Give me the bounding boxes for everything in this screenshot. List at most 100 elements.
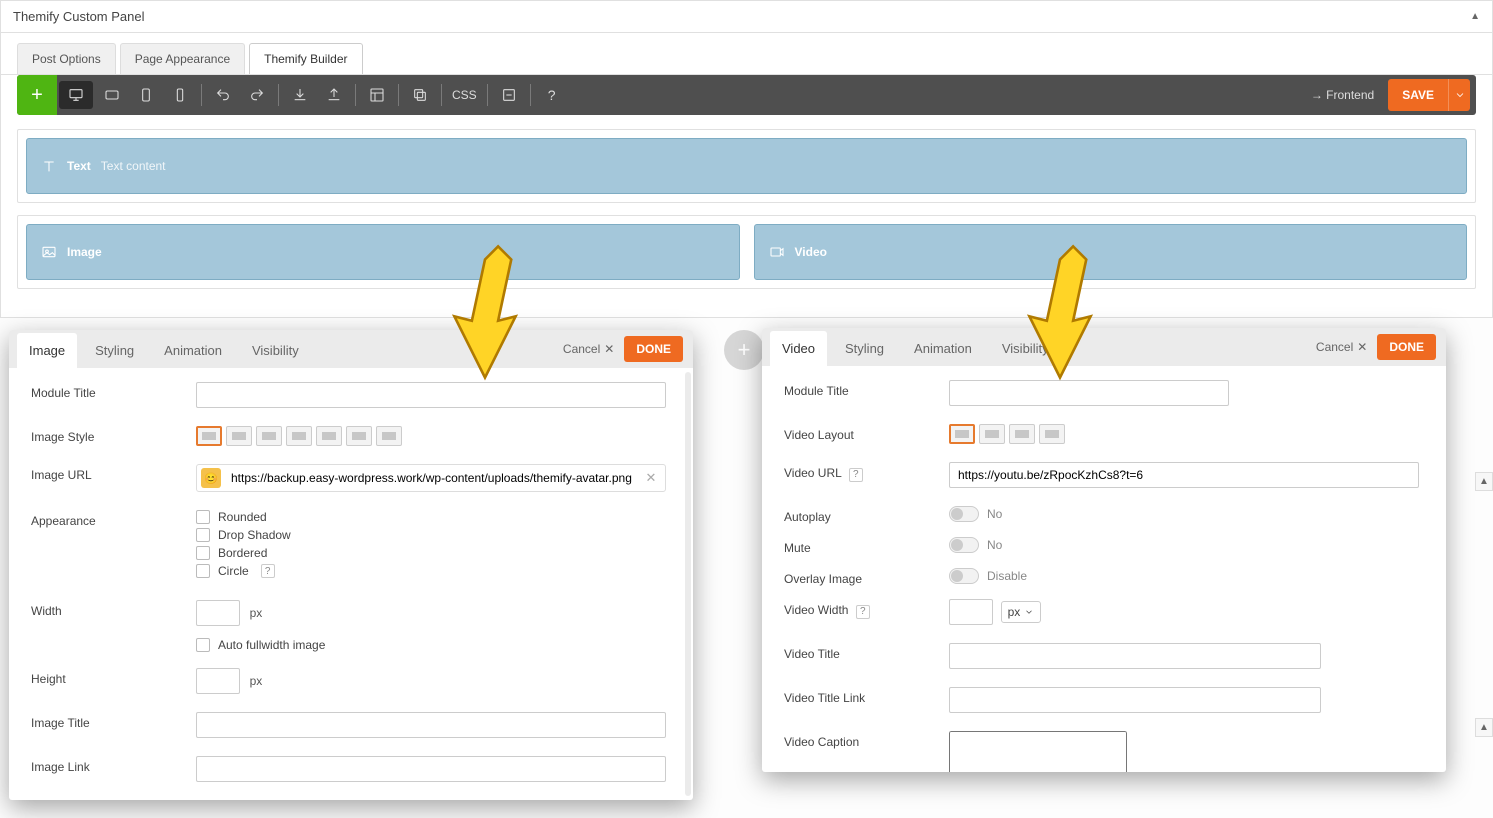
image-url-group: 😊 ✕ bbox=[196, 464, 666, 492]
unit-px: px bbox=[250, 674, 263, 688]
overlay-toggle[interactable]: Disable bbox=[949, 568, 1027, 584]
height-input[interactable] bbox=[196, 668, 240, 694]
css-button[interactable]: CSS bbox=[446, 88, 483, 102]
lb-tab-styling[interactable]: Styling bbox=[833, 331, 896, 366]
lb-tab-video[interactable]: Video bbox=[770, 331, 827, 366]
text-module-block[interactable]: Text Text content bbox=[26, 138, 1467, 194]
layout-option[interactable] bbox=[1039, 424, 1065, 444]
layout-icon[interactable] bbox=[360, 75, 394, 115]
unit-select[interactable]: px bbox=[1001, 601, 1042, 623]
toggle-state-label: No bbox=[987, 507, 1002, 521]
auto-fullwidth-checkbox[interactable] bbox=[196, 638, 210, 652]
duplicate-icon[interactable] bbox=[403, 75, 437, 115]
tab-themify-builder[interactable]: Themify Builder bbox=[249, 43, 362, 74]
tab-post-options[interactable]: Post Options bbox=[17, 43, 116, 74]
lb-tab-animation[interactable]: Animation bbox=[902, 331, 984, 366]
canvas-row[interactable]: Text Text content bbox=[17, 129, 1476, 203]
video-title-link-input[interactable] bbox=[949, 687, 1321, 713]
custom-css-icon[interactable] bbox=[492, 75, 526, 115]
clear-url-icon[interactable]: ✕ bbox=[641, 470, 661, 486]
add-module-button[interactable]: + bbox=[17, 75, 57, 115]
help-icon[interactable]: ? bbox=[849, 468, 863, 482]
collapse-panel-icon[interactable]: ▲ bbox=[1470, 11, 1480, 22]
add-row-button[interactable]: + bbox=[724, 330, 764, 370]
save-dropdown-icon[interactable] bbox=[1448, 79, 1470, 111]
image-module-block[interactable]: Image bbox=[26, 224, 740, 280]
layout-option[interactable] bbox=[949, 424, 975, 444]
label-video-layout: Video Layout bbox=[784, 424, 949, 444]
layout-option[interactable] bbox=[256, 426, 282, 446]
undo-icon[interactable] bbox=[206, 75, 240, 115]
module-title-input[interactable] bbox=[949, 380, 1229, 406]
panel-title: Themify Custom Panel bbox=[13, 9, 145, 24]
layout-option[interactable] bbox=[286, 426, 312, 446]
chevron-down-icon bbox=[1024, 607, 1034, 617]
toggle-state-label: Disable bbox=[987, 569, 1027, 583]
layout-option[interactable] bbox=[376, 426, 402, 446]
label-video-title-link: Video Title Link bbox=[784, 687, 949, 713]
auto-fullwidth-label: Auto fullwidth image bbox=[218, 638, 325, 652]
video-caption-input[interactable] bbox=[949, 731, 1127, 772]
video-title-input[interactable] bbox=[949, 643, 1321, 669]
label-image-style: Image Style bbox=[31, 426, 196, 446]
tablet-landscape-icon[interactable] bbox=[95, 75, 129, 115]
tab-page-appearance[interactable]: Page Appearance bbox=[120, 43, 245, 74]
import-icon[interactable] bbox=[283, 75, 317, 115]
image-url-input[interactable] bbox=[229, 467, 641, 489]
layout-option[interactable] bbox=[196, 426, 222, 446]
mobile-view-icon[interactable] bbox=[163, 75, 197, 115]
scroll-down-icon[interactable]: ▲ bbox=[1475, 718, 1493, 737]
toolbar-divider bbox=[487, 84, 488, 106]
scroll-up-icon[interactable]: ▲ bbox=[1475, 472, 1493, 491]
toggle-state-label: No bbox=[987, 538, 1002, 552]
frontend-link[interactable]: → Frontend bbox=[1297, 88, 1388, 102]
redo-icon[interactable] bbox=[240, 75, 274, 115]
lb-tab-visibility[interactable]: Visibility bbox=[240, 333, 311, 368]
autoplay-toggle[interactable]: No bbox=[949, 506, 1002, 522]
layout-option[interactable] bbox=[1009, 424, 1035, 444]
lightbox-body: Module Title Video Layout Video URL ? bbox=[762, 366, 1446, 772]
canvas-row[interactable]: Image Video bbox=[17, 215, 1476, 289]
label-video-title: Video Title bbox=[784, 643, 949, 669]
width-input[interactable] bbox=[196, 600, 240, 626]
main-tab-bar: Post Options Page Appearance Themify Bui… bbox=[0, 33, 1493, 75]
layout-option[interactable] bbox=[346, 426, 372, 446]
layout-option[interactable] bbox=[226, 426, 252, 446]
image-link-input[interactable] bbox=[196, 756, 666, 782]
drop-shadow-checkbox[interactable] bbox=[196, 528, 210, 542]
help-icon[interactable]: ? bbox=[856, 605, 870, 619]
label-mute: Mute bbox=[784, 537, 949, 556]
scrollbar[interactable] bbox=[685, 372, 691, 796]
lb-tab-image[interactable]: Image bbox=[17, 333, 77, 368]
module-label: Video bbox=[795, 245, 827, 259]
save-button[interactable]: SAVE bbox=[1388, 79, 1470, 111]
lb-tab-visibility[interactable]: Visibility bbox=[990, 331, 1061, 366]
video-url-input[interactable] bbox=[949, 462, 1419, 488]
toolbar-divider bbox=[355, 84, 356, 106]
layout-option[interactable] bbox=[979, 424, 1005, 444]
cancel-button[interactable]: Cancel ✕ bbox=[1306, 336, 1377, 358]
video-module-block[interactable]: Video bbox=[754, 224, 1468, 280]
export-icon[interactable] bbox=[317, 75, 351, 115]
image-style-options bbox=[196, 426, 671, 446]
video-width-input[interactable] bbox=[949, 599, 993, 625]
mute-toggle[interactable]: No bbox=[949, 537, 1002, 553]
image-title-input[interactable] bbox=[196, 712, 666, 738]
module-title-input[interactable] bbox=[196, 382, 666, 408]
rounded-checkbox[interactable] bbox=[196, 510, 210, 524]
done-button[interactable]: DONE bbox=[624, 336, 683, 362]
desktop-view-icon[interactable] bbox=[59, 81, 93, 109]
lb-tab-animation[interactable]: Animation bbox=[152, 333, 234, 368]
tablet-portrait-icon[interactable] bbox=[129, 75, 163, 115]
label-width: Width bbox=[31, 600, 196, 626]
layout-option[interactable] bbox=[316, 426, 342, 446]
cancel-button[interactable]: Cancel ✕ bbox=[553, 338, 624, 360]
help-icon[interactable]: ? bbox=[261, 564, 275, 578]
toolbar-divider bbox=[278, 84, 279, 106]
lb-tab-styling[interactable]: Styling bbox=[83, 333, 146, 368]
circle-checkbox[interactable] bbox=[196, 564, 210, 578]
done-button[interactable]: DONE bbox=[1377, 334, 1436, 360]
label-video-url: Video URL ? bbox=[784, 462, 949, 488]
bordered-checkbox[interactable] bbox=[196, 546, 210, 560]
help-icon[interactable]: ? bbox=[535, 75, 569, 115]
